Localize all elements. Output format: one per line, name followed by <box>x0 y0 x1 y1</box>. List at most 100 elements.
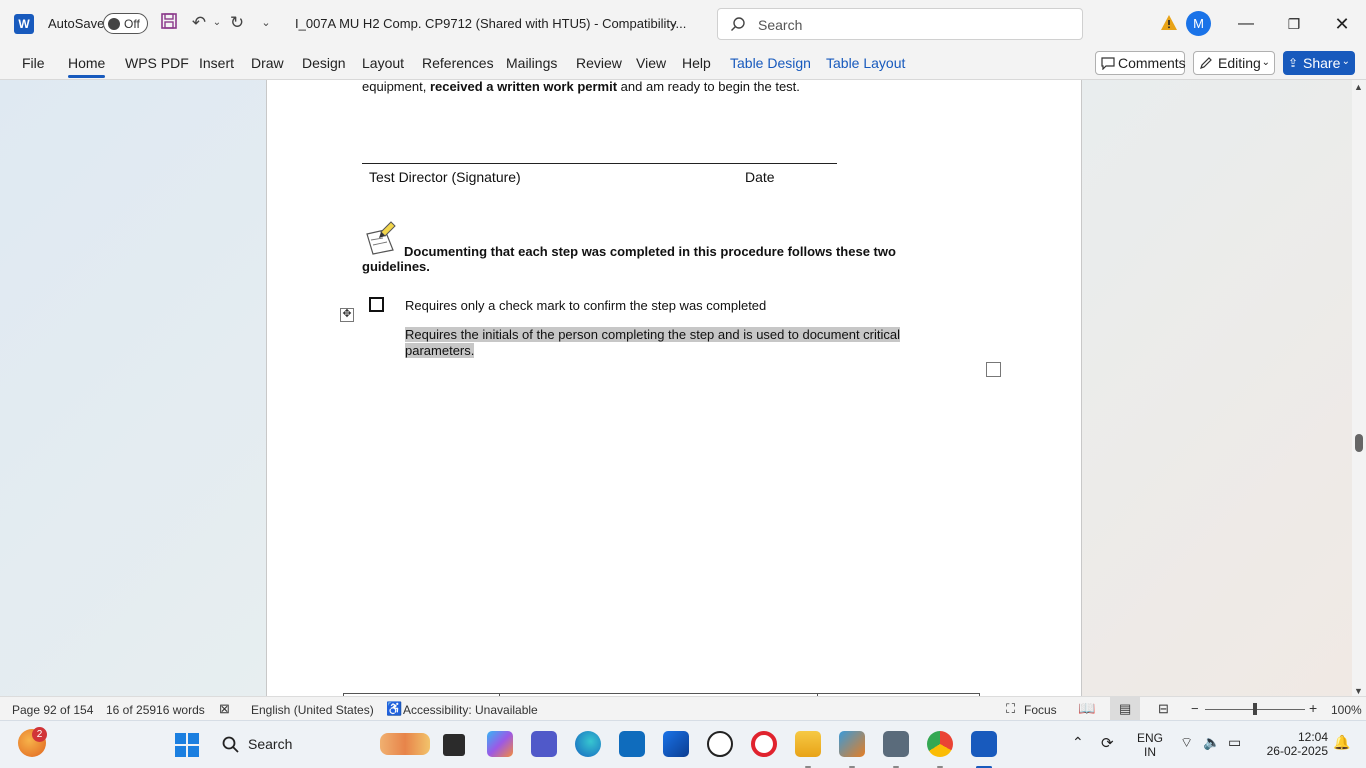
tab-mailings[interactable]: Mailings <box>506 55 557 71</box>
teams-icon[interactable] <box>531 731 557 757</box>
contacts-app-icon[interactable] <box>883 731 909 757</box>
search-placeholder: Search <box>758 17 803 33</box>
accessibility-status[interactable]: Accessibility: Unavailable <box>403 703 538 717</box>
focus-button[interactable]: Focus <box>1024 703 1057 717</box>
search-highlight-icon[interactable] <box>380 733 430 755</box>
chrome-icon[interactable] <box>927 731 953 757</box>
restore-icon[interactable]: ❐ <box>1279 10 1309 38</box>
power-automate-icon[interactable] <box>663 731 689 757</box>
vertical-scrollbar[interactable]: ▲ ▼ <box>1352 80 1366 696</box>
taskbar-search-label[interactable]: Search <box>248 736 292 752</box>
notification-badge: 2 <box>32 727 47 742</box>
tab-table-design[interactable]: Table Design <box>730 55 811 71</box>
onedrive-sync-icon[interactable]: ⟳ <box>1101 734 1114 752</box>
scrollbar-thumb[interactable] <box>1355 434 1363 452</box>
customize-toolbar-icon[interactable]: ⌄ <box>255 12 277 34</box>
tab-wps-pdf[interactable]: WPS PDF <box>125 55 189 71</box>
tab-references[interactable]: References <box>422 55 494 71</box>
note-pencil-icon <box>366 221 396 255</box>
tab-layout[interactable]: Layout <box>362 55 404 71</box>
word-count[interactable]: 16 of 25916 words <box>106 703 205 717</box>
warning-icon[interactable] <box>1160 14 1178 32</box>
share-label: Share <box>1303 55 1341 71</box>
tab-design[interactable]: Design <box>302 55 346 71</box>
battery-icon[interactable]: ▭ <box>1228 734 1241 751</box>
comments-label: Comments <box>1118 55 1186 71</box>
tab-review[interactable]: Review <box>576 55 622 71</box>
language-line1: ENG <box>1136 731 1163 745</box>
photos-icon[interactable] <box>839 731 865 757</box>
editing-mode-button[interactable]: Editing ⌄ <box>1193 51 1275 75</box>
paragraph-work-permit[interactable]: equipment, received a written work permi… <box>362 79 800 94</box>
notification-bell-icon[interactable]: 🔔 <box>1333 734 1350 751</box>
word-app-icon: W <box>14 14 34 34</box>
signature-label: Test Director (Signature) <box>369 169 521 185</box>
zoom-in-icon[interactable]: + <box>1309 700 1317 716</box>
tab-table-layout[interactable]: Table Layout <box>826 55 905 71</box>
web-layout-icon[interactable]: ⊟ <box>1158 701 1169 717</box>
zoom-slider-thumb[interactable] <box>1253 703 1257 715</box>
chevron-down-icon: ⌄ <box>1341 56 1350 67</box>
title-bar: W AutoSave Off ↶ ⌄ ↻ ⌄ I_007A MU H2 Comp… <box>0 0 1366 48</box>
page-count[interactable]: Page 92 of 154 <box>12 703 93 717</box>
comments-button[interactable]: Comments <box>1095 51 1186 75</box>
autosave-toggle[interactable]: Off <box>103 13 148 34</box>
chevron-down-icon[interactable]: ⌄ <box>668 14 679 30</box>
checkbox-symbol <box>369 297 384 312</box>
text-run-bold: received a written work permit <box>429 79 618 94</box>
share-button[interactable]: ⇪ Share ⌄ <box>1283 51 1355 75</box>
opera-icon[interactable] <box>751 731 777 757</box>
task-view-icon[interactable] <box>443 734 465 756</box>
tab-help[interactable]: Help <box>682 55 711 71</box>
language-status[interactable]: English (United States) <box>251 703 374 717</box>
chevron-down-icon: ⌄ <box>1261 57 1270 68</box>
language-indicator[interactable]: ENG IN <box>1136 731 1164 759</box>
note-heading-line2[interactable]: guidelines. <box>362 259 430 274</box>
windows-start-icon[interactable] <box>175 733 199 757</box>
tab-home[interactable]: Home <box>68 55 106 78</box>
zoom-level[interactable]: 100% <box>1331 703 1362 717</box>
search-box[interactable]: Search <box>717 8 1083 40</box>
tab-insert[interactable]: Insert <box>199 55 234 71</box>
guideline-initials-line1[interactable]: Requires the initials of the person comp… <box>405 327 900 342</box>
redo-icon[interactable]: ↻ <box>226 12 248 34</box>
tab-view[interactable]: View <box>636 55 666 71</box>
read-mode-icon[interactable]: 📖 <box>1078 700 1095 717</box>
proofing-icon[interactable]: ⊠ <box>219 701 230 717</box>
comment-icon <box>1101 57 1115 70</box>
scroll-down-icon[interactable]: ▼ <box>1354 686 1363 696</box>
guideline-initials-line2[interactable]: parameters. <box>405 343 475 358</box>
volume-icon[interactable]: 🔈 <box>1203 734 1220 751</box>
save-icon[interactable] <box>158 12 180 34</box>
copilot-icon[interactable] <box>487 731 513 757</box>
wifi-icon[interactable]: ⌔ <box>1180 734 1193 752</box>
store-icon[interactable] <box>619 731 645 757</box>
table-resize-handle[interactable] <box>986 362 1001 377</box>
edge-icon[interactable] <box>575 731 601 757</box>
note-heading-line1[interactable]: Documenting that each step was completed… <box>404 244 896 259</box>
date-label: Date <box>745 169 775 185</box>
undo-dropdown-icon[interactable]: ⌄ <box>206 12 228 34</box>
status-bar: Page 92 of 154 16 of 25916 words ⊠ Engli… <box>0 696 1366 720</box>
table-move-handle-icon[interactable]: ✥ <box>340 308 354 322</box>
chevron-up-icon[interactable]: ⌃ <box>1072 734 1084 751</box>
taskbar-search-icon[interactable] <box>222 736 240 754</box>
text-run: equipment, <box>362 79 430 94</box>
avatar[interactable]: M <box>1186 11 1211 36</box>
document-canvas <box>0 80 1352 696</box>
scroll-up-icon[interactable]: ▲ <box>1354 82 1363 92</box>
pencil-icon <box>1200 57 1212 69</box>
minimize-icon[interactable]: — <box>1231 10 1261 38</box>
word-taskbar-icon[interactable] <box>971 731 997 757</box>
guideline-checkmark[interactable]: Requires only a check mark to confirm th… <box>405 298 766 313</box>
zoom-out-icon[interactable]: − <box>1191 701 1199 716</box>
file-explorer-icon[interactable] <box>795 731 821 757</box>
tab-draw[interactable]: Draw <box>251 55 284 71</box>
dell-icon[interactable] <box>707 731 733 757</box>
close-icon[interactable]: ✕ <box>1327 10 1357 38</box>
clock[interactable]: 12:04 26-02-2025 <box>1258 730 1328 758</box>
tab-file[interactable]: File <box>22 55 45 71</box>
signature-line <box>362 163 837 164</box>
document-title[interactable]: I_007A MU H2 Comp. CP9712 (Shared with H… <box>295 16 686 31</box>
autosave-label: AutoSave <box>48 16 105 31</box>
